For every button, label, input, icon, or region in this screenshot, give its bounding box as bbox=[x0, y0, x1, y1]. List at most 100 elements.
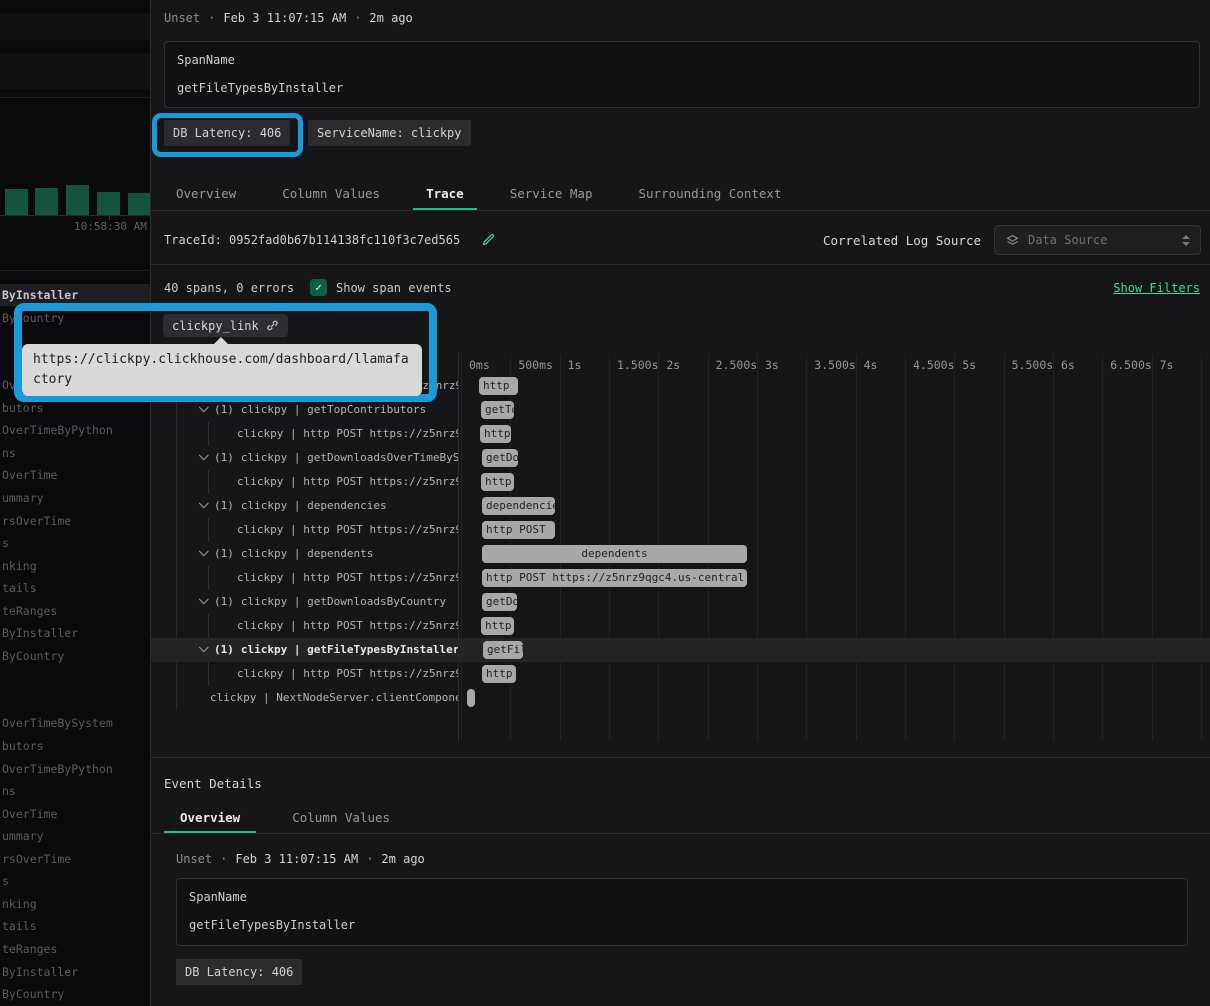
show-filters-link[interactable]: Show Filters bbox=[1113, 281, 1200, 295]
trace-row[interactable]: clickpy | NextNodeServer.clientCompone bbox=[151, 686, 1210, 710]
span-bar[interactable]: getDownloadsOverTime bbox=[482, 449, 518, 467]
tab-surrounding-context[interactable]: Surrounding Context bbox=[626, 178, 795, 210]
trace-row[interactable]: (1)clickpy | dependenciesdependencies bbox=[151, 494, 1210, 518]
span-event-count: (1) bbox=[214, 403, 234, 416]
trace-row[interactable]: clickpy | http POST https://z5nrz9http P… bbox=[151, 470, 1210, 494]
chevron-down-icon[interactable] bbox=[199, 450, 209, 460]
underlay-row[interactable]: OverTimeBySystem bbox=[2, 712, 150, 734]
span-bar[interactable]: getTopContributors bbox=[481, 401, 514, 419]
trace-row[interactable]: (1)clickpy | getDownloadsOverTimeBySysge… bbox=[151, 446, 1210, 470]
axis-tick: 3s bbox=[765, 358, 779, 372]
axis-tick: 5.500s bbox=[1012, 358, 1054, 372]
trace-row-name: clickpy | NextNodeServer.clientCompone bbox=[151, 686, 458, 710]
underlay-row[interactable]: nking bbox=[2, 893, 150, 915]
underlay-row[interactable]: s bbox=[2, 870, 150, 892]
underlay-row[interactable]: butors bbox=[2, 735, 150, 757]
underlay-row[interactable]: OverTime bbox=[2, 803, 150, 825]
service-name-badge[interactable]: ServiceName: clickpy bbox=[308, 120, 471, 146]
span-bar[interactable]: http POST bbox=[482, 665, 516, 683]
underlay-row[interactable]: OverTimeByPython bbox=[2, 758, 150, 780]
span-field-value: getFileTypesByInstaller bbox=[189, 918, 355, 932]
underlay-row[interactable]: OverTimeByPython bbox=[2, 419, 150, 441]
relative-time: 2m ago bbox=[381, 852, 424, 866]
underlay-row[interactable]: s bbox=[2, 532, 150, 554]
underlay-row[interactable]: OverTime bbox=[2, 464, 150, 486]
span-bar[interactable]: http POST bbox=[482, 521, 555, 539]
show-span-events-checkbox[interactable]: ✓ bbox=[310, 279, 327, 296]
trace-row[interactable]: (1) clickpy | getDownloadsByCountry getDow… bbox=[151, 590, 1210, 614]
span-bar[interactable]: getDownloadsByCountry bbox=[482, 593, 517, 611]
trace-row-name: clickpy | http POST https://z5nrz9 bbox=[151, 566, 458, 590]
span-bar[interactable]: http bbox=[479, 377, 518, 395]
span-bar[interactable]: getFileTypesByInstaller bbox=[483, 641, 523, 659]
underlay-row[interactable]: ByCountry bbox=[2, 645, 150, 667]
underlay-row[interactable]: ByInstaller bbox=[2, 961, 150, 983]
trace-row-name: clickpy | http POST https://z5nrz9 bbox=[151, 614, 458, 638]
underlay-row[interactable]: tails bbox=[2, 915, 150, 937]
histogram-bar bbox=[97, 192, 120, 215]
link-url-tooltip: https://clickpy.clickhouse.com/dashboard… bbox=[22, 344, 422, 396]
trace-row[interactable]: clickpy | http POST https://z5nrz9 http P… bbox=[151, 422, 1210, 446]
underlay-row[interactable] bbox=[2, 690, 150, 712]
span-bar[interactable] bbox=[467, 689, 475, 707]
trace-row-name: (1) clickpy | getDownloadsByCountry bbox=[151, 590, 458, 614]
underlay-row[interactable]: ummary bbox=[2, 825, 150, 847]
db-latency-badge[interactable]: DB Latency: 406 bbox=[176, 959, 302, 985]
trace-row-name: clickpy | http POST https://z5nrz9 bbox=[151, 662, 458, 686]
spans-summary-row: 40 spans, 0 errors ✓ Show span events Sh… bbox=[151, 276, 1210, 302]
span-bar[interactable]: http POST https://z5nrz9qgc4.us-central bbox=[482, 569, 747, 587]
tab-overview[interactable]: Overview bbox=[163, 178, 249, 210]
underlay-row[interactable] bbox=[2, 667, 150, 689]
span-bar[interactable]: dependents bbox=[482, 545, 747, 563]
axis-tick: 3.500s bbox=[814, 358, 856, 372]
chevron-down-icon[interactable] bbox=[199, 642, 209, 652]
span-name: clickpy | http POST https://z5nrz9 bbox=[237, 571, 458, 584]
trace-row[interactable]: clickpy | http POST https://z5nrz9 http P… bbox=[151, 566, 1210, 590]
underlay-row[interactable]: nking bbox=[2, 555, 150, 577]
underlay-row[interactable]: teRanges bbox=[2, 600, 150, 622]
trace-row[interactable]: clickpy | http POST https://z5nrz9 http P… bbox=[151, 662, 1210, 686]
clickpy-link-button[interactable]: clickpy_link bbox=[163, 314, 288, 337]
span-bar[interactable]: http POST bbox=[481, 617, 514, 635]
span-bar[interactable]: http POST bbox=[480, 425, 511, 443]
tab-service-map[interactable]: Service Map bbox=[497, 178, 606, 210]
underlay-row[interactable]: tails bbox=[2, 577, 150, 599]
span-name: clickpy | http POST https://z5nrz9 bbox=[237, 667, 458, 680]
span-event-count: (1) bbox=[214, 499, 234, 512]
chevron-down-icon[interactable] bbox=[199, 546, 209, 556]
axis-tick: 1s bbox=[568, 358, 582, 372]
span-name: clickpy | http POST https://z5nrz9 bbox=[237, 427, 458, 440]
event-details-tabs: Overview Column Values bbox=[151, 803, 1210, 834]
underlay-row[interactable]: ByInstaller bbox=[2, 622, 150, 644]
chevron-down-icon[interactable] bbox=[199, 498, 209, 508]
histogram-bar bbox=[35, 188, 58, 215]
edit-icon[interactable] bbox=[481, 232, 496, 247]
trace-row[interactable]: (1)clickpy | getFileTypesByInstallergetF… bbox=[151, 638, 1210, 662]
underlay-row[interactable]: ns bbox=[2, 442, 150, 464]
underlay-row[interactable]: ummary bbox=[2, 487, 150, 509]
trace-row-name: (1)clickpy | dependents bbox=[151, 542, 458, 566]
data-source-select[interactable]: Data Source bbox=[994, 225, 1201, 255]
span-bar[interactable]: http POST bbox=[481, 473, 514, 491]
tab-trace[interactable]: Trace bbox=[413, 178, 477, 210]
underlay-row[interactable]: teRanges bbox=[2, 938, 150, 960]
underlay-row[interactable]: ns bbox=[2, 780, 150, 802]
chevron-up-down-icon bbox=[1182, 235, 1190, 246]
chevron-down-icon[interactable] bbox=[199, 402, 209, 412]
tab-column-values[interactable]: Column Values bbox=[269, 178, 393, 210]
span-name: clickpy | getDownloadsOverTimeBySys bbox=[241, 451, 458, 464]
span-event-count: (1) bbox=[214, 595, 234, 608]
span-bar[interactable]: dependencies bbox=[482, 497, 555, 515]
tab-overview[interactable]: Overview bbox=[164, 803, 256, 833]
underlay-row[interactable]: rsOverTime bbox=[2, 510, 150, 532]
trace-row[interactable]: (1)clickpy | dependents dependents bbox=[151, 542, 1210, 566]
trace-row[interactable]: clickpy | http POST https://z5nrz9 http P… bbox=[151, 614, 1210, 638]
tab-column-values[interactable]: Column Values bbox=[276, 803, 406, 833]
trace-row[interactable]: clickpy | http POST https://z5nrz9http P… bbox=[151, 518, 1210, 542]
span-name: clickpy | getDownloadsByCountry bbox=[241, 595, 446, 608]
underlay-row[interactable]: ByCountry bbox=[2, 983, 150, 1005]
underlay-row[interactable]: rsOverTime bbox=[2, 848, 150, 870]
chevron-down-icon[interactable] bbox=[199, 594, 209, 604]
span-event-count: (1) bbox=[214, 547, 234, 560]
span-field-label: SpanName bbox=[177, 53, 235, 67]
